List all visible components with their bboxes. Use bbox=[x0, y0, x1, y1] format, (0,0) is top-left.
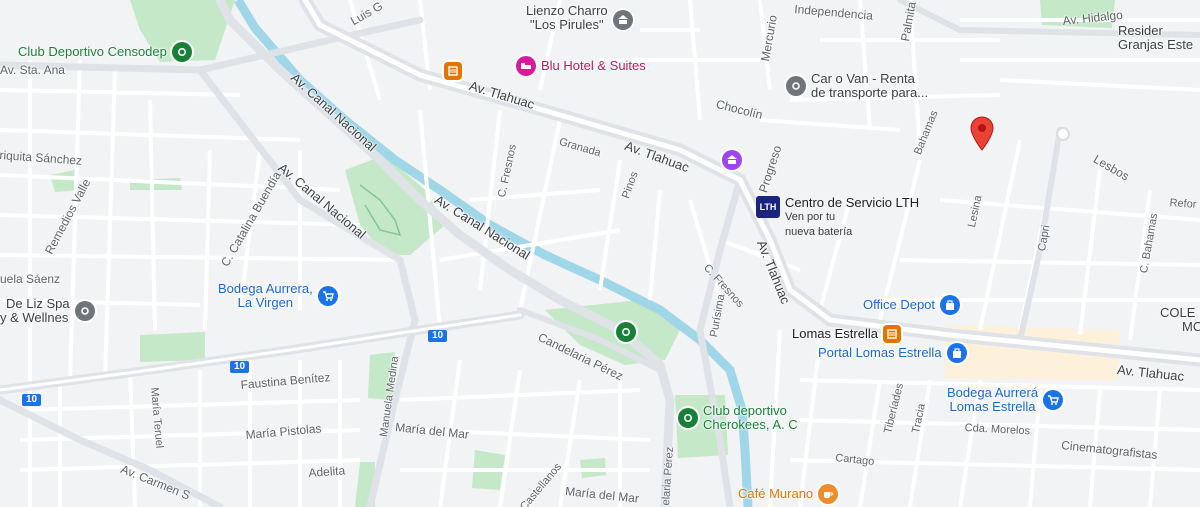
poi-blu-hotel[interactable]: Blu Hotel & Suites bbox=[516, 56, 646, 76]
battery-logo-icon: LTH bbox=[756, 196, 780, 218]
poi-residencial[interactable]: Resider Granjas Este bbox=[1118, 24, 1193, 52]
poi-label: Bodega Aurrera, La Virgen bbox=[218, 281, 313, 310]
poi-portal-lomas-estrella[interactable]: Portal Lomas Estrella bbox=[818, 343, 967, 363]
street-label: Adelita bbox=[308, 463, 346, 480]
poi-label: Lomas Estrella bbox=[792, 326, 878, 341]
poi-de-liz-spa[interactable]: De Liz Spa y & Wellnes bbox=[0, 297, 95, 325]
poi-park-candelaria[interactable] bbox=[616, 322, 636, 342]
poi-club-deportivo-cherokees[interactable]: Club deportivo Cherokees, A. C bbox=[678, 404, 798, 432]
poi-lienzo-charro[interactable]: Lienzo Charro "Los Pirules" bbox=[526, 4, 633, 32]
street-label: Av. Sta. Ana bbox=[0, 63, 65, 77]
location-pin-icon[interactable] bbox=[967, 116, 997, 157]
spa-icon bbox=[74, 301, 95, 321]
route-shield: 10 bbox=[22, 394, 42, 406]
shopping-cart-icon bbox=[317, 286, 338, 306]
shopping-cart-icon bbox=[1043, 390, 1064, 410]
map-canvas[interactable]: 10 10 10 10 Av. Tlahuac Av. Tlahuac Av. … bbox=[0, 0, 1200, 507]
poi-label: Club Deportivo Censodep bbox=[18, 44, 167, 59]
poi-label: Club deportivo Cherokees, A. C bbox=[703, 403, 798, 432]
poi-metro-lomas-estrella[interactable]: Lomas Estrella bbox=[792, 325, 901, 343]
landmark-icon bbox=[722, 150, 742, 170]
poi-label: Office Depot bbox=[863, 297, 936, 312]
landmark-icon bbox=[612, 10, 633, 30]
metro-station-icon bbox=[444, 62, 462, 80]
poi-landmark[interactable] bbox=[722, 150, 742, 170]
poi-bodega-aurrera-la-virgen[interactable]: Bodega Aurrera, La Virgen bbox=[218, 282, 338, 310]
poi-car-o-van[interactable]: Car o Van - Renta de transporte para... bbox=[786, 72, 928, 100]
route-shield: 10 bbox=[428, 330, 448, 342]
roundabout bbox=[1056, 127, 1070, 141]
poi-colegio[interactable]: COLE MC bbox=[1160, 306, 1200, 334]
coffee-icon bbox=[818, 484, 839, 504]
shopping-bag-icon bbox=[946, 343, 967, 363]
street-label: uela Sáenz bbox=[0, 272, 61, 286]
metro-station-icon bbox=[882, 325, 901, 343]
poi-label: Portal Lomas Estrella bbox=[818, 345, 942, 360]
poi-cafe-murano[interactable]: Café Murano bbox=[738, 484, 839, 504]
street-label: Refor bbox=[1169, 197, 1197, 211]
shopping-bag-icon bbox=[940, 295, 961, 315]
poi-label: Car o Van - Renta de transporte para... bbox=[811, 71, 929, 100]
place-icon bbox=[786, 76, 806, 96]
poi-label: Bodega Aurrerá Lomas Estrella bbox=[947, 385, 1039, 414]
poi-bodega-aurrera-lomas-estrella[interactable]: Bodega Aurrerá Lomas Estrella bbox=[947, 385, 1064, 414]
poi-label: Lienzo Charro "Los Pirules" bbox=[526, 3, 608, 32]
park-icon bbox=[171, 42, 192, 62]
poi-office-depot[interactable]: Office Depot bbox=[863, 295, 961, 315]
park-areas bbox=[50, 0, 1115, 507]
poi-label: Resider Granjas Este bbox=[1118, 23, 1194, 52]
poi-club-deportivo-censodep[interactable]: Club Deportivo Censodep bbox=[18, 42, 192, 62]
poi-label: De Liz Spa y & Wellnes bbox=[0, 296, 70, 325]
poi-label: Centro de Servicio LTH Ven por tu nueva … bbox=[785, 195, 920, 238]
poi-centro-servicio-lth[interactable]: LTH Centro de Servicio LTH Ven por tu nu… bbox=[756, 196, 919, 239]
poi-label: Café Murano bbox=[738, 486, 814, 501]
route-shield: 10 bbox=[230, 361, 250, 373]
poi-label: COLE MC bbox=[1160, 305, 1200, 334]
poi-metro-station[interactable] bbox=[444, 62, 462, 80]
poi-label: Blu Hotel & Suites bbox=[541, 58, 646, 73]
bed-icon bbox=[516, 56, 536, 76]
park-icon bbox=[678, 408, 698, 428]
park-icon bbox=[616, 322, 636, 342]
